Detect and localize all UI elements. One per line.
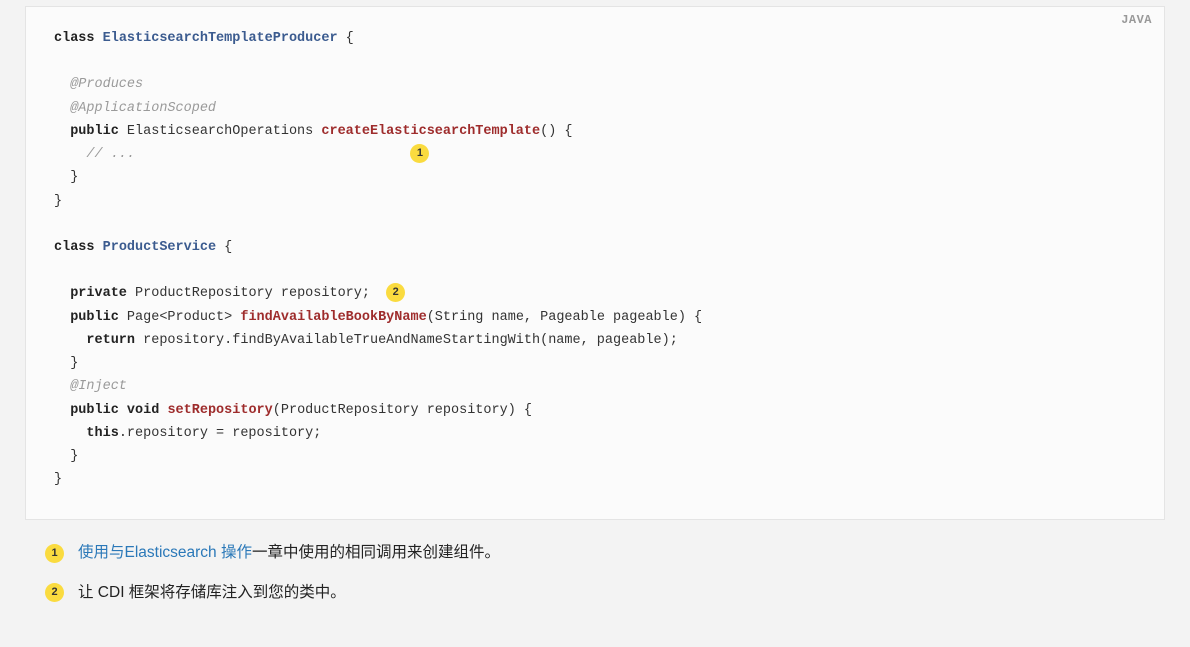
callout-item-1: 1 使用与Elasticsearch 操作一章中使用的相同调用来创建组件。 — [45, 542, 1165, 564]
callout-item-2: 2 让 CDI 框架将存储库注入到您的类中。 — [45, 582, 1165, 604]
language-badge: JAVA — [1121, 13, 1152, 27]
callout-text-1: 使用与Elasticsearch 操作一章中使用的相同调用来创建组件。 — [78, 542, 500, 564]
callout-num-2[interactable]: 2 — [45, 583, 64, 602]
callout-list: 1 使用与Elasticsearch 操作一章中使用的相同调用来创建组件。 2 … — [45, 542, 1165, 603]
callout-badge-1[interactable]: 1 — [410, 144, 429, 163]
callout-num-1[interactable]: 1 — [45, 544, 64, 563]
code-content: class ElasticsearchTemplateProducer { @P… — [54, 27, 1136, 491]
callout-badge-2[interactable]: 2 — [386, 283, 405, 302]
callout-link-1[interactable]: 使用与Elasticsearch 操作 — [78, 544, 252, 561]
code-block: JAVA class ElasticsearchTemplateProducer… — [25, 6, 1165, 520]
callout-text-2: 让 CDI 框架将存储库注入到您的类中。 — [78, 582, 346, 604]
